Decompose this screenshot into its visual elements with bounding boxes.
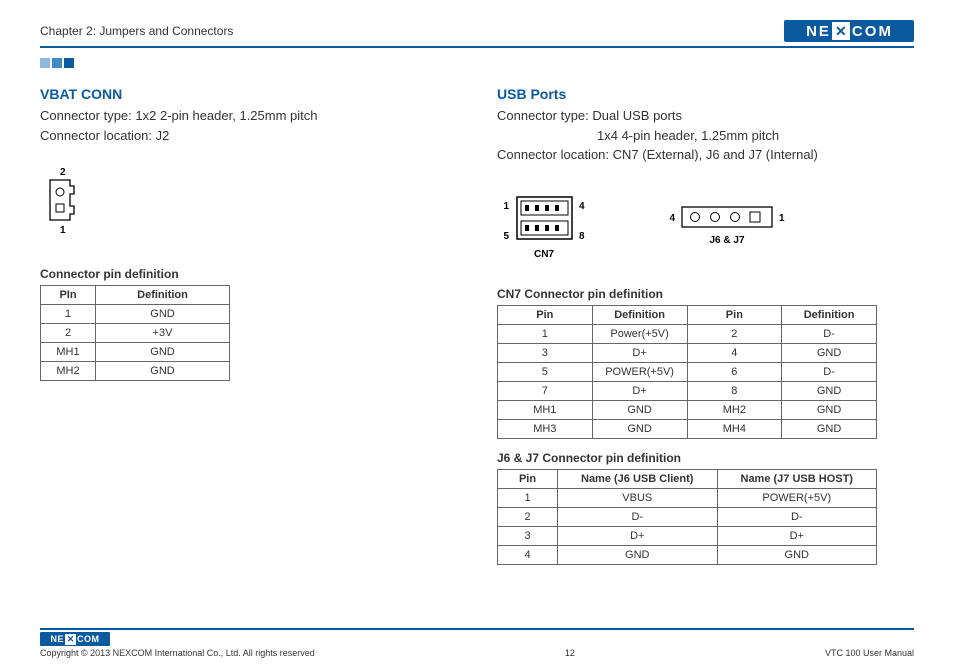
table-row: 2+3V [41,324,230,343]
j6j7-connector-icon: 4 1 J6 & J7 [657,185,817,275]
content-columns: VBAT CONN Connector type: 1x2 2-pin head… [40,86,914,565]
cn7-table-caption: CN7 Connector pin definition [497,287,914,301]
page-number: 12 [565,648,575,658]
svg-text:J6 & J7: J6 & J7 [709,235,744,246]
j2-pin1-label: 1 [60,225,66,236]
usb-title: USB Ports [497,86,914,102]
decorative-squares [40,58,914,68]
table-row: MH3GNDMH4GND [498,419,877,438]
j6j7-table-caption: J6 & J7 Connector pin definition [497,451,914,465]
footer-brand-logo: NE ✕ COM [40,632,110,646]
vbat-pin-table: PInDefinition 1GND 2+3V MH1GND MH2GND [40,285,230,381]
doc-name: VTC 100 User Manual [825,648,914,658]
table-row: MH1GND [41,343,230,362]
header-rule [40,46,914,48]
usb-conn-type2: 1x4 4-pin header, 1.25mm pitch [497,126,914,146]
vbat-conn-type: Connector type: 1x2 2-pin header, 1.25mm… [40,106,457,126]
svg-text:4: 4 [579,201,585,212]
j6j7-pin-table: PinName (J6 USB Client)Name (J7 USB HOST… [497,469,877,565]
chapter-title: Chapter 2: Jumpers and Connectors [40,24,233,38]
svg-text:5: 5 [503,231,509,242]
j2-pin2-label: 2 [60,167,66,178]
copyright-text: Copyright © 2013 NEXCOM International Co… [40,648,315,658]
table-row: 1VBUSPOWER(+5V) [498,488,877,507]
page-footer: NE ✕ COM Copyright © 2013 NEXCOM Interna… [40,628,914,658]
table-row: 7D+8GND [498,381,877,400]
table-row: MH2GND [41,362,230,381]
header-bar: Chapter 2: Jumpers and Connectors NE ✕ C… [40,20,914,42]
table-row: 2D-D- [498,507,877,526]
svg-text:1: 1 [503,201,509,212]
table-row: 3D+4GND [498,343,877,362]
left-column: VBAT CONN Connector type: 1x2 2-pin head… [40,86,457,565]
svg-text:4: 4 [669,213,675,224]
usb-conn-type1: Connector type: Dual USB ports [497,106,914,126]
j2-connector-icon: 2 1 [40,165,100,255]
svg-text:8: 8 [579,231,585,242]
vbat-diagram: 2 1 [40,165,457,255]
svg-text:1: 1 [779,213,785,224]
cn7-pin-table: PinDefinitionPinDefinition 1Power(+5V)2D… [497,305,877,439]
table-row: 4GNDGND [498,545,877,564]
table-row: 1Power(+5V)2D- [498,324,877,343]
brand-logo: NE ✕ COM [784,20,914,42]
usb-conn-loc: Connector location: CN7 (External), J6 a… [497,145,914,165]
vbat-title: VBAT CONN [40,86,457,102]
usb-diagrams: 1 4 5 8 CN7 4 1 J6 & J7 [497,185,914,275]
table-row: 1GND [41,305,230,324]
table-row: 5POWER(+5V)6D- [498,362,877,381]
vbat-table-caption: Connector pin definition [40,267,457,281]
svg-text:CN7: CN7 [534,249,554,260]
table-row: 3D+D+ [498,526,877,545]
cn7-connector-icon: 1 4 5 8 CN7 [497,185,617,275]
right-column: USB Ports Connector type: Dual USB ports… [497,86,914,565]
table-row: MH1GNDMH2GND [498,400,877,419]
vbat-conn-loc: Connector location: J2 [40,126,457,146]
